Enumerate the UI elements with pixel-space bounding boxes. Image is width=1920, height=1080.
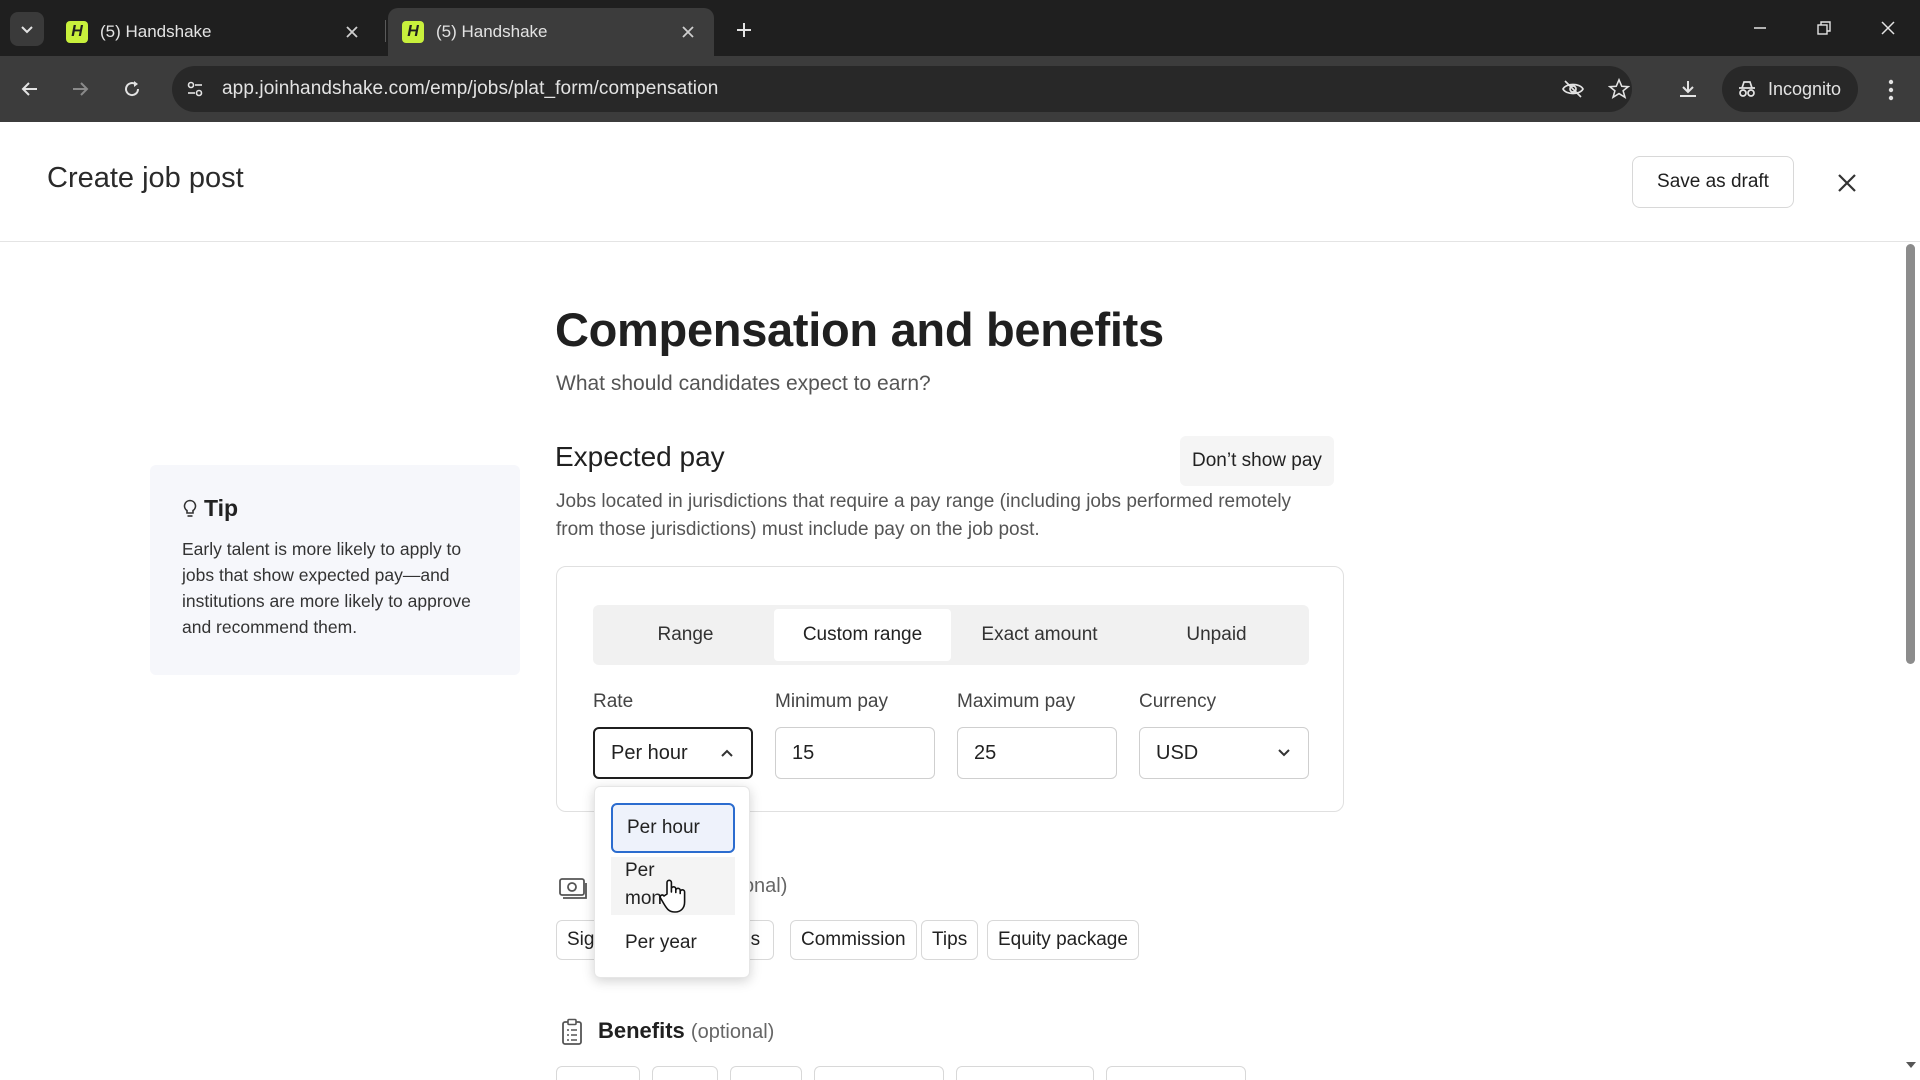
rate-option-per-month-line1: Per — [625, 860, 655, 881]
minimize-button[interactable] — [1728, 0, 1792, 56]
rate-option-per-hour[interactable]: Per hour — [611, 803, 735, 853]
benefit-chip[interactable] — [814, 1066, 944, 1080]
page-title: Create job post — [47, 162, 244, 194]
close-job-post-button[interactable] — [1830, 166, 1864, 200]
benefit-chip[interactable] — [652, 1066, 718, 1080]
section-subheading: What should candidates expect to earn? — [556, 372, 931, 395]
browser-menu-button[interactable] — [1876, 73, 1906, 107]
site-info-icon[interactable] — [180, 74, 210, 104]
compensation-chip-tips[interactable]: Tips — [921, 920, 979, 960]
tab-separator — [385, 20, 386, 42]
close-icon — [346, 26, 358, 38]
scrollbar-thumb[interactable] — [1906, 244, 1915, 664]
close-icon — [682, 26, 694, 38]
section-heading: Compensation and benefits — [555, 303, 1164, 356]
compensation-chip-equity-package[interactable]: Equity package — [987, 920, 1139, 960]
incognito-icon — [1739, 81, 1755, 97]
address-bar[interactable]: app.joinhandshake.com/emp/jobs/plat_form… — [172, 66, 1632, 112]
dont-show-pay-button[interactable]: Don’t show pay — [1180, 436, 1334, 486]
restore-button[interactable] — [1792, 0, 1856, 56]
pay-type-unpaid[interactable]: Unpaid — [1128, 609, 1305, 661]
page-header: Create job post Save as draft — [0, 122, 1920, 242]
close-icon — [1881, 21, 1895, 35]
chevron-down-icon — [21, 26, 33, 34]
compensation-chip-commission[interactable]: Commission — [790, 920, 917, 960]
browser-tab-bar: H (5) Handshake H (5) Handshake — [0, 0, 1920, 56]
tab-search-button[interactable] — [10, 12, 44, 46]
more-vert-icon — [1888, 79, 1894, 101]
pay-type-custom-range[interactable]: Custom range — [774, 609, 951, 661]
currency-value: USD — [1156, 741, 1199, 764]
tab-title: (5) Handshake — [100, 22, 212, 41]
chevron-up-icon — [721, 749, 733, 757]
handshake-favicon-icon: H — [402, 21, 424, 43]
pay-type-exact-amount[interactable]: Exact amount — [951, 609, 1128, 661]
pay-type-selector: Range Custom range Exact amount Unpaid — [593, 605, 1309, 665]
browser-tab-1[interactable]: H (5) Handshake — [52, 8, 378, 56]
expected-pay-card: Range Custom range Exact amount Unpaid R… — [556, 566, 1344, 812]
forward-button[interactable] — [62, 71, 98, 107]
reload-icon — [125, 81, 140, 97]
eye-off-icon[interactable] — [1558, 74, 1588, 104]
downloads-button[interactable] — [1670, 71, 1706, 107]
minimum-pay-input[interactable]: 15 — [775, 727, 935, 779]
tip-panel: Tip Early talent is more likely to apply… — [150, 465, 520, 675]
benefit-chip[interactable] — [556, 1066, 640, 1080]
optional-label: (optional) — [690, 1021, 775, 1043]
bookmark-star-icon[interactable] — [1604, 74, 1634, 104]
rate-option-per-month-line2: mon — [625, 888, 662, 909]
incognito-indicator[interactable]: Incognito — [1722, 66, 1858, 112]
new-tab-button[interactable] — [728, 14, 760, 46]
money-icon — [559, 878, 587, 899]
back-button[interactable] — [12, 71, 48, 107]
arrow-left-icon — [21, 82, 37, 96]
tip-title: Tip — [204, 495, 239, 521]
download-icon — [1680, 81, 1696, 97]
minimum-pay-value: 15 — [792, 741, 815, 764]
rate-value: Per hour — [611, 741, 688, 764]
rate-label: Rate — [593, 691, 634, 712]
save-as-draft-button[interactable]: Save as draft — [1632, 156, 1794, 208]
plus-icon — [737, 23, 751, 37]
url-text: app.joinhandshake.com/emp/jobs/plat_form… — [222, 78, 719, 99]
browser-toolbar: app.joinhandshake.com/emp/jobs/plat_form… — [0, 56, 1920, 122]
clipboard-icon — [562, 1018, 582, 1045]
tab-close-button[interactable] — [340, 20, 364, 44]
minimum-pay-label: Minimum pay — [775, 691, 888, 712]
scroll-down-arrow-icon[interactable] — [1904, 1058, 1918, 1072]
reload-button[interactable] — [114, 71, 150, 107]
maximum-pay-input[interactable]: 25 — [957, 727, 1117, 779]
chevron-down-icon — [1278, 749, 1290, 757]
benefit-chip[interactable] — [956, 1066, 1094, 1080]
pay-type-range[interactable]: Range — [597, 609, 774, 661]
currency-label: Currency — [1139, 691, 1217, 712]
incognito-label: Incognito — [1768, 78, 1842, 99]
arrow-right-icon — [73, 82, 89, 96]
maximum-pay-value: 25 — [974, 741, 997, 764]
hand-cursor-icon — [659, 879, 686, 913]
benefit-chip[interactable] — [730, 1066, 802, 1080]
tip-header: Tip — [182, 495, 488, 522]
pay-range-notice: Jobs located in jurisdictions that requi… — [556, 491, 1292, 540]
tip-text: Early talent is more likely to apply to … — [182, 539, 471, 637]
benefits-title: Benefits (optional) — [598, 1018, 774, 1044]
benefit-chip[interactable] — [1106, 1066, 1246, 1080]
browser-tab-2[interactable]: H (5) Handshake — [388, 8, 714, 56]
lightbulb-icon — [183, 499, 197, 517]
maximum-pay-label: Maximum pay — [957, 691, 1076, 712]
benefits-title-text: Benefits — [598, 1018, 685, 1043]
currency-select[interactable]: USD — [1139, 727, 1309, 779]
tab-title: (5) Handshake — [436, 22, 548, 41]
handshake-favicon-icon: H — [66, 21, 88, 43]
tab-close-button[interactable] — [676, 20, 700, 44]
rate-option-per-year[interactable]: Per year — [611, 923, 735, 963]
close-icon — [1838, 174, 1856, 192]
expected-pay-title: Expected pay — [555, 441, 725, 472]
window-close-button[interactable] — [1856, 0, 1920, 56]
rate-select[interactable]: Per hour — [593, 727, 753, 779]
minimize-icon — [1754, 27, 1766, 29]
restore-icon — [1817, 21, 1831, 35]
